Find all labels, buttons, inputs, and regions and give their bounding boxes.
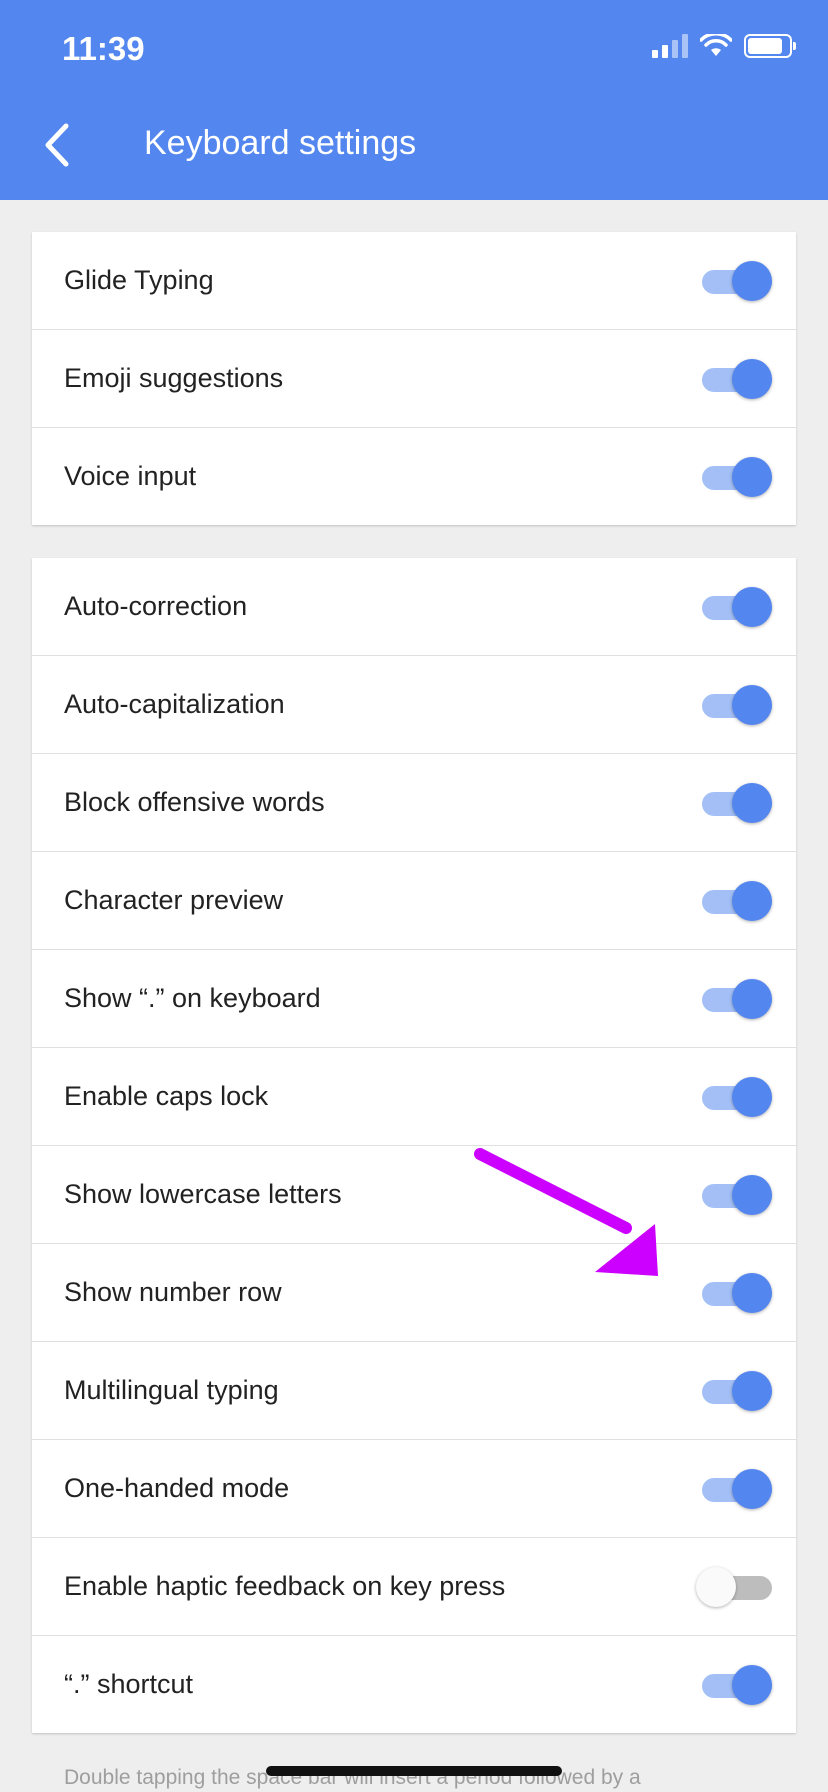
annotation-arrow: [474, 1148, 658, 1276]
setting-label: Enable haptic feedback on key press: [64, 1571, 506, 1601]
toggle-switch[interactable]: [702, 685, 772, 725]
toggle-switch[interactable]: [702, 1273, 772, 1313]
cellular-signal-icon: [652, 34, 688, 58]
home-indicator: [266, 1766, 562, 1776]
toggle-switch[interactable]: [702, 1469, 772, 1509]
setting-label: Auto-capitalization: [64, 689, 285, 719]
setting-row-periodperiodperiod-shortcut[interactable]: “.” shortcut: [32, 1636, 796, 1733]
toggle-knob: [732, 457, 772, 497]
toggle-switch[interactable]: [696, 1567, 772, 1607]
page-title: Keyboard settings: [144, 124, 417, 162]
toggle-knob: [732, 685, 772, 725]
setting-label: “.” shortcut: [64, 1669, 194, 1699]
toggle-knob: [732, 587, 772, 627]
toggle-knob: [732, 1273, 772, 1313]
setting-label: Enable caps lock: [64, 1081, 269, 1111]
setting-row-auto-correction[interactable]: Auto-correction: [32, 558, 796, 656]
setting-row-one-handed-mode[interactable]: One-handed mode: [32, 1440, 796, 1538]
app-bar: 11:39 Keyboard settings: [0, 0, 828, 200]
toggle-switch[interactable]: [702, 1077, 772, 1117]
toggle-switch[interactable]: [702, 457, 772, 497]
toggle-knob: [732, 881, 772, 921]
status-icons: [652, 34, 796, 58]
toggle-knob: [732, 1371, 772, 1411]
setting-row-glide-typing[interactable]: Glide Typing: [32, 232, 796, 330]
toggle-switch[interactable]: [702, 783, 772, 823]
setting-label: Voice input: [64, 461, 197, 491]
chevron-left-icon: [45, 123, 69, 167]
toggle-switch[interactable]: [702, 1665, 772, 1705]
setting-row-character-preview[interactable]: Character preview: [32, 852, 796, 950]
setting-row-emoji-suggestions[interactable]: Emoji suggestions: [32, 330, 796, 428]
toggle-knob: [732, 1077, 772, 1117]
battery-icon: [744, 34, 796, 58]
toggle-knob: [732, 783, 772, 823]
setting-label: Glide Typing: [64, 265, 214, 295]
toggle-knob: [732, 1665, 772, 1705]
toggle-switch[interactable]: [702, 881, 772, 921]
setting-row-show-periodperiodperiod-on-keyboard[interactable]: Show “.” on keyboard: [32, 950, 796, 1048]
toggle-knob: [696, 1567, 736, 1607]
toggle-knob: [732, 979, 772, 1019]
back-button[interactable]: [36, 118, 80, 172]
setting-row-block-offensive-words[interactable]: Block offensive words: [32, 754, 796, 852]
setting-label: One-handed mode: [64, 1473, 290, 1503]
toggle-switch[interactable]: [702, 359, 772, 399]
setting-label: Block offensive words: [64, 787, 325, 817]
setting-label: Character preview: [64, 885, 284, 915]
setting-row-voice-input[interactable]: Voice input: [32, 428, 796, 525]
toggle-switch[interactable]: [702, 1175, 772, 1215]
setting-row-auto-capitalization[interactable]: Auto-capitalization: [32, 656, 796, 754]
wifi-icon: [700, 34, 732, 56]
toggle-switch[interactable]: [702, 1371, 772, 1411]
setting-label: Auto-correction: [64, 591, 248, 621]
status-time: 11:39: [62, 30, 145, 67]
setting-row-enable-caps-lock[interactable]: Enable caps lock: [32, 1048, 796, 1146]
setting-label: Show “.” on keyboard: [64, 983, 321, 1013]
setting-label: Multilingual typing: [64, 1375, 279, 1405]
toggle-knob: [732, 359, 772, 399]
toggle-knob: [732, 1175, 772, 1215]
setting-row-enable-haptic-feedback-on-key-press[interactable]: Enable haptic feedback on key press: [32, 1538, 796, 1636]
setting-row-multilingual-typing[interactable]: Multilingual typing: [32, 1342, 796, 1440]
setting-label: Show number row: [64, 1277, 282, 1307]
toggle-knob: [732, 1469, 772, 1509]
setting-label: Emoji suggestions: [64, 363, 284, 393]
toggle-knob: [732, 261, 772, 301]
toggle-switch[interactable]: [702, 261, 772, 301]
settings-group-input: Glide Typing Emoji suggestions Voice input: [32, 232, 796, 525]
toggle-switch[interactable]: [702, 587, 772, 627]
toggle-switch[interactable]: [702, 979, 772, 1019]
setting-label: Show lowercase letters: [64, 1179, 342, 1209]
